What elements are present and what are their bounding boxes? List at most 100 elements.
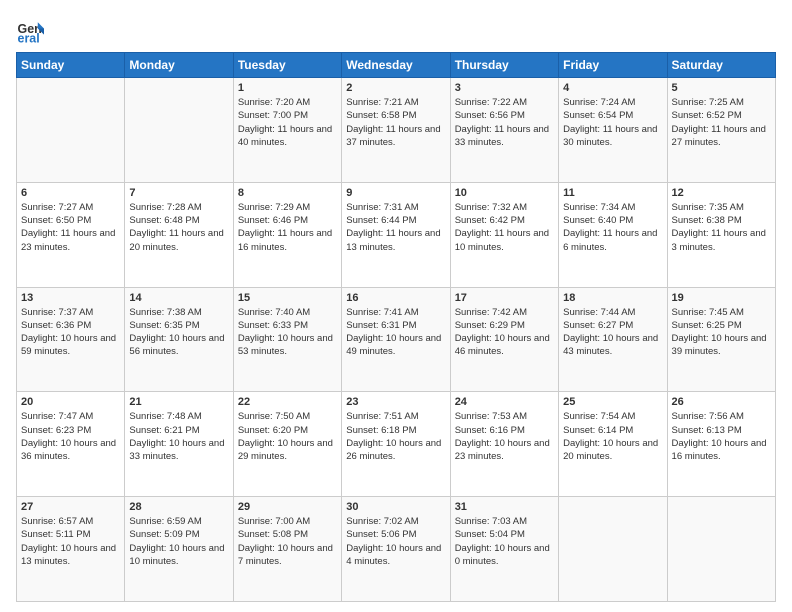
calendar-header-row: SundayMondayTuesdayWednesdayThursdayFrid… [17,53,776,78]
day-number: 4 [563,82,662,94]
day-header-monday: Monday [125,53,233,78]
day-info: Sunrise: 7:03 AM Sunset: 5:04 PM Dayligh… [455,515,554,568]
day-info: Sunrise: 7:28 AM Sunset: 6:48 PM Dayligh… [129,201,228,254]
day-number: 7 [129,187,228,199]
day-number: 3 [455,82,554,94]
day-number: 1 [238,82,337,94]
day-number: 6 [21,187,120,199]
week-row-5: 27Sunrise: 6:57 AM Sunset: 5:11 PM Dayli… [17,497,776,602]
day-number: 19 [672,292,771,304]
day-info: Sunrise: 7:38 AM Sunset: 6:35 PM Dayligh… [129,306,228,359]
calendar-cell: 17 Sunrise: 7:42 AM Sunset: 6:29 PM Dayli… [450,287,558,392]
week-row-2: 6 Sunrise: 7:27 AM Sunset: 6:50 PM Daylig… [17,182,776,287]
day-number: 10 [455,187,554,199]
calendar-cell: 20 Sunrise: 7:47 AM Sunset: 6:23 PM Dayli… [17,392,125,497]
day-info: Sunrise: 7:24 AM Sunset: 6:54 PM Dayligh… [563,96,662,149]
day-number: 21 [129,396,228,408]
day-info: Sunrise: 7:27 AM Sunset: 6:50 PM Dayligh… [21,201,120,254]
calendar-cell: 3 Sunrise: 7:22 AM Sunset: 6:56 PM Daylig… [450,78,558,183]
calendar-cell: 13 Sunrise: 7:37 AM Sunset: 6:36 PM Dayli… [17,287,125,392]
day-number: 8 [238,187,337,199]
day-info: Sunrise: 7:48 AM Sunset: 6:21 PM Dayligh… [129,410,228,463]
day-info: Sunrise: 7:56 AM Sunset: 6:13 PM Dayligh… [672,410,771,463]
day-number: 23 [346,396,445,408]
calendar-cell [125,78,233,183]
calendar-cell: 27Sunrise: 6:57 AM Sunset: 5:11 PM Dayli… [17,497,125,602]
day-info: Sunrise: 7:54 AM Sunset: 6:14 PM Dayligh… [563,410,662,463]
day-header-thursday: Thursday [450,53,558,78]
day-info: Sunrise: 7:37 AM Sunset: 6:36 PM Dayligh… [21,306,120,359]
calendar-cell: 25 Sunrise: 7:54 AM Sunset: 6:14 PM Dayli… [559,392,667,497]
day-info: Sunrise: 7:50 AM Sunset: 6:20 PM Dayligh… [238,410,337,463]
day-info: Sunrise: 7:21 AM Sunset: 6:58 PM Dayligh… [346,96,445,149]
calendar-cell: 30 Sunrise: 7:02 AM Sunset: 5:06 PM Dayli… [342,497,450,602]
calendar-cell: 26 Sunrise: 7:56 AM Sunset: 6:13 PM Dayli… [667,392,775,497]
day-header-tuesday: Tuesday [233,53,341,78]
day-number: 2 [346,82,445,94]
day-info: Sunrise: 7:45 AM Sunset: 6:25 PM Dayligh… [672,306,771,359]
calendar-cell [17,78,125,183]
calendar-cell: 18 Sunrise: 7:44 AM Sunset: 6:27 PM Dayli… [559,287,667,392]
calendar-cell [667,497,775,602]
calendar-cell: 14 Sunrise: 7:38 AM Sunset: 6:35 PM Dayli… [125,287,233,392]
logo-icon: Gen eral [16,16,44,44]
calendar-cell: 9Sunrise: 7:31 AM Sunset: 6:44 PM Daylig… [342,182,450,287]
day-info: Sunrise: 7:32 AM Sunset: 6:42 PM Dayligh… [455,201,554,254]
day-info: Sunrise: 7:20 AM Sunset: 7:00 PM Dayligh… [238,96,337,149]
calendar-cell: 10 Sunrise: 7:32 AM Sunset: 6:42 PM Dayli… [450,182,558,287]
day-number: 20 [21,396,120,408]
day-number: 28 [129,501,228,513]
week-row-4: 20 Sunrise: 7:47 AM Sunset: 6:23 PM Dayli… [17,392,776,497]
logo: Gen eral [16,16,48,44]
day-info: Sunrise: 7:44 AM Sunset: 6:27 PM Dayligh… [563,306,662,359]
svg-text:eral: eral [18,31,40,44]
day-info: Sunrise: 7:51 AM Sunset: 6:18 PM Dayligh… [346,410,445,463]
calendar-cell: 19 Sunrise: 7:45 AM Sunset: 6:25 PM Dayli… [667,287,775,392]
day-header-sunday: Sunday [17,53,125,78]
calendar-cell: 12 Sunrise: 7:35 AM Sunset: 6:38 PM Dayli… [667,182,775,287]
day-number: 25 [563,396,662,408]
day-info: Sunrise: 7:00 AM Sunset: 5:08 PM Dayligh… [238,515,337,568]
day-info: Sunrise: 7:47 AM Sunset: 6:23 PM Dayligh… [21,410,120,463]
day-info: Sunrise: 7:34 AM Sunset: 6:40 PM Dayligh… [563,201,662,254]
day-number: 17 [455,292,554,304]
day-number: 12 [672,187,771,199]
calendar-cell: 8Sunrise: 7:29 AM Sunset: 6:46 PM Daylig… [233,182,341,287]
day-number: 16 [346,292,445,304]
day-info: Sunrise: 6:59 AM Sunset: 5:09 PM Dayligh… [129,515,228,568]
calendar-cell: 16Sunrise: 7:41 AM Sunset: 6:31 PM Dayli… [342,287,450,392]
day-number: 11 [563,187,662,199]
day-number: 31 [455,501,554,513]
calendar-cell: 7 Sunrise: 7:28 AM Sunset: 6:48 PM Daylig… [125,182,233,287]
calendar-cell: 2 Sunrise: 7:21 AM Sunset: 6:58 PM Daylig… [342,78,450,183]
calendar-cell: 6 Sunrise: 7:27 AM Sunset: 6:50 PM Daylig… [17,182,125,287]
day-info: Sunrise: 7:42 AM Sunset: 6:29 PM Dayligh… [455,306,554,359]
day-info: Sunrise: 7:22 AM Sunset: 6:56 PM Dayligh… [455,96,554,149]
calendar-cell: 15Sunrise: 7:40 AM Sunset: 6:33 PM Dayli… [233,287,341,392]
calendar-cell: 23 Sunrise: 7:51 AM Sunset: 6:18 PM Dayli… [342,392,450,497]
calendar-cell: 21 Sunrise: 7:48 AM Sunset: 6:21 PM Dayli… [125,392,233,497]
calendar-table: SundayMondayTuesdayWednesdayThursdayFrid… [16,52,776,602]
day-number: 24 [455,396,554,408]
day-number: 14 [129,292,228,304]
day-number: 5 [672,82,771,94]
calendar-cell: 5 Sunrise: 7:25 AM Sunset: 6:52 PM Daylig… [667,78,775,183]
day-header-saturday: Saturday [667,53,775,78]
day-number: 18 [563,292,662,304]
calendar-cell: 28 Sunrise: 6:59 AM Sunset: 5:09 PM Dayli… [125,497,233,602]
day-info: Sunrise: 6:57 AM Sunset: 5:11 PM Dayligh… [21,515,120,568]
calendar-cell: 29 Sunrise: 7:00 AM Sunset: 5:08 PM Dayli… [233,497,341,602]
day-number: 13 [21,292,120,304]
day-number: 30 [346,501,445,513]
day-info: Sunrise: 7:25 AM Sunset: 6:52 PM Dayligh… [672,96,771,149]
calendar-cell: 11 Sunrise: 7:34 AM Sunset: 6:40 PM Dayli… [559,182,667,287]
day-number: 29 [238,501,337,513]
day-info: Sunrise: 7:35 AM Sunset: 6:38 PM Dayligh… [672,201,771,254]
day-info: Sunrise: 7:31 AM Sunset: 6:44 PM Dayligh… [346,201,445,254]
day-info: Sunrise: 7:02 AM Sunset: 5:06 PM Dayligh… [346,515,445,568]
page: Gen eral SundayMondayTuesdayWednesdayThu… [0,0,792,612]
calendar-cell: 24Sunrise: 7:53 AM Sunset: 6:16 PM Dayli… [450,392,558,497]
day-number: 15 [238,292,337,304]
week-row-3: 13 Sunrise: 7:37 AM Sunset: 6:36 PM Dayli… [17,287,776,392]
day-number: 26 [672,396,771,408]
